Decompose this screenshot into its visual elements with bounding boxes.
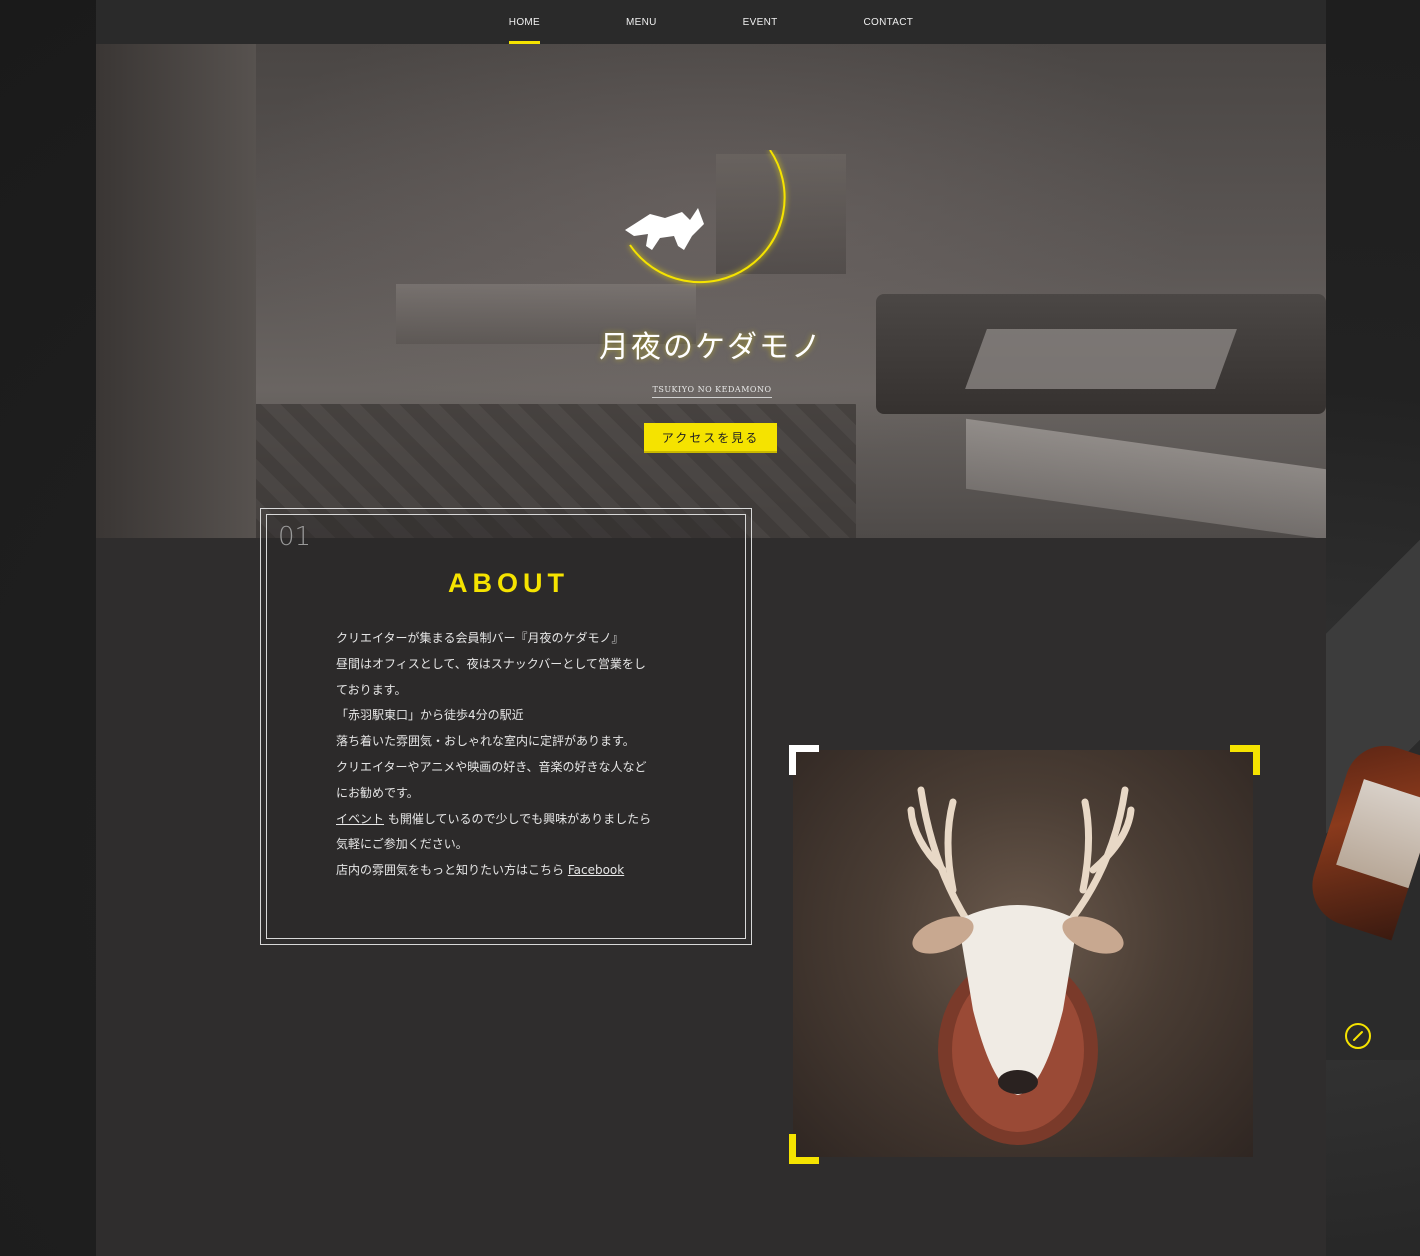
nav-item-event[interactable]: EVENT xyxy=(743,0,778,44)
about-text: クリエイターが集まる会員制バー『月夜のケダモノ』 昼間はオフィスとして、夜はスナ… xyxy=(336,626,696,884)
about-line: 「赤羽駅東口」から徒歩4分の駅近 xyxy=(336,708,524,723)
page: HOME MENU EVENT CONTACT 月夜のケダモノ TSUKIYO … xyxy=(96,0,1326,1256)
decorative-shape xyxy=(1320,360,1420,1060)
crescent-moon-wolf-logo xyxy=(625,150,786,284)
about-line: 気軽にご参加ください。 xyxy=(336,837,468,852)
access-button[interactable]: アクセスを見る xyxy=(644,423,777,453)
hero-title: 月夜のケダモノ xyxy=(599,330,823,365)
frame-corner-top-right xyxy=(1230,745,1260,775)
about-line-event: イベント も開催しているので少しでも興味がありましたら xyxy=(336,807,696,833)
about-line: ております。 xyxy=(336,682,407,697)
compass-needle-icon xyxy=(1353,1031,1363,1041)
bottle-label xyxy=(1336,779,1420,890)
about-line: にお勧めです。 xyxy=(336,785,419,800)
event-link[interactable]: イベント xyxy=(336,812,384,826)
frame-corner-top-left xyxy=(789,745,819,775)
facebook-link[interactable]: Facebook xyxy=(568,863,624,877)
about-line: 落ち着いた雰囲気・おしゃれな室内に定評があります。 xyxy=(336,734,635,749)
nav-item-home[interactable]: HOME xyxy=(508,0,541,44)
section-number: 01 xyxy=(278,522,312,552)
about-line: 昼間はオフィスとして、夜はスナックバーとして営業をし xyxy=(336,656,646,671)
hero-photo-keyboard xyxy=(966,418,1326,538)
about-line: クリエイターやアニメや映画の好き、音楽の好きな人など xyxy=(336,759,647,774)
deer-photo xyxy=(793,750,1253,1157)
frame-corner-bottom-left xyxy=(789,1134,819,1164)
top-nav: HOME MENU EVENT CONTACT xyxy=(96,0,1326,44)
nav-item-menu[interactable]: MENU xyxy=(626,0,657,44)
about-line: クリエイターが集まる会員制バー『月夜のケダモノ』 xyxy=(336,631,624,645)
facebook-prefix: 店内の雰囲気をもっと知りたい方はこちら xyxy=(336,863,568,878)
compass-icon[interactable] xyxy=(1345,1023,1371,1049)
deer-head-illustration xyxy=(907,786,1135,1145)
hero-subtitle: TSUKIYO NO KEDAMONO xyxy=(652,385,772,398)
about-line-event-rest: も開催しているので少しでも興味がありましたら xyxy=(384,811,652,826)
about-line-facebook: 店内の雰囲気をもっと知りたい方はこちら Facebook xyxy=(336,858,696,884)
nav-item-contact[interactable]: CONTACT xyxy=(864,0,914,44)
about-title: ABOUT xyxy=(448,568,569,598)
hero-section: 月夜のケダモノ TSUKIYO NO KEDAMONO アクセスを見る xyxy=(96,44,1326,538)
hero-photo-wall-left xyxy=(96,44,256,538)
